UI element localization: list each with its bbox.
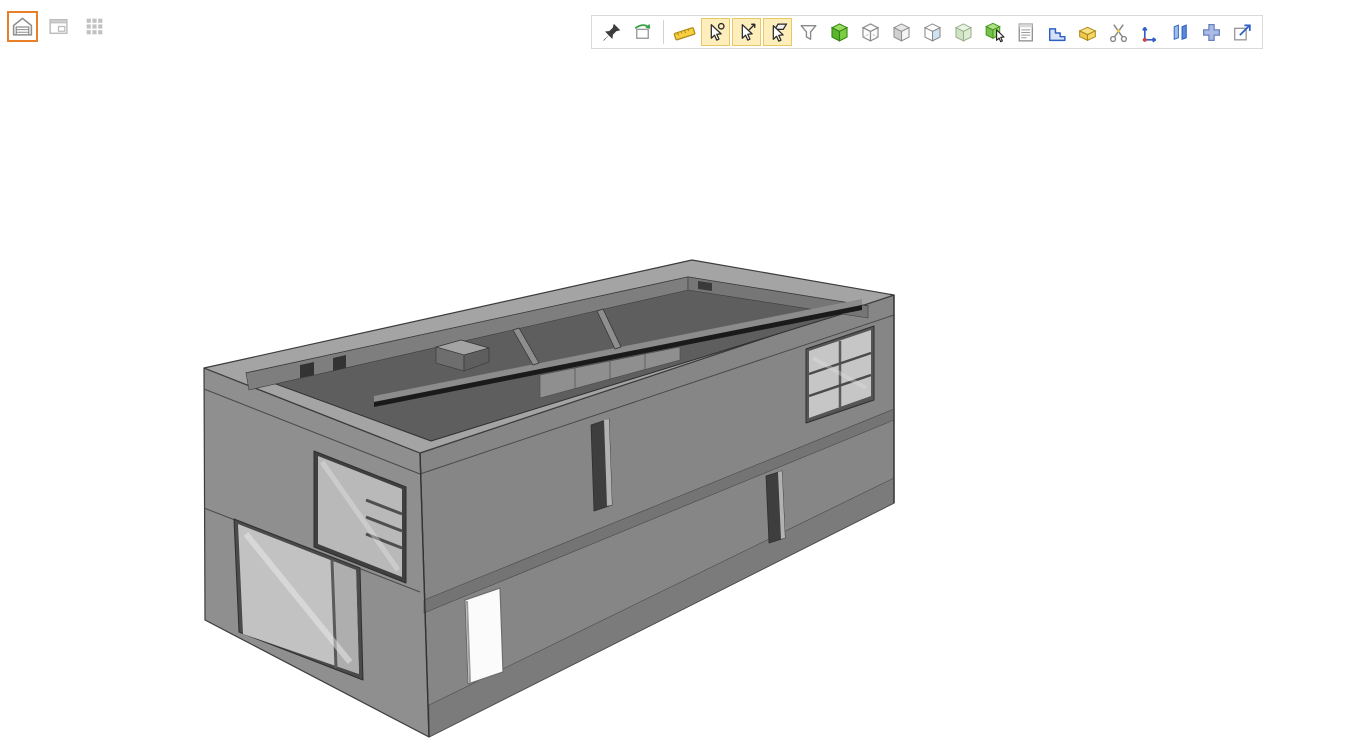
- export-button[interactable]: [1228, 18, 1257, 46]
- cube-half-icon: [890, 21, 913, 44]
- 3d-viewport[interactable]: [0, 0, 1369, 744]
- cube-cursor-icon: [983, 21, 1006, 44]
- building-icon: [11, 15, 34, 38]
- measure-button[interactable]: [670, 18, 699, 46]
- toolbar-divider: [663, 20, 664, 44]
- filter-icon: [797, 21, 820, 44]
- shaded-view-button[interactable]: [949, 18, 978, 46]
- schedule-button[interactable]: [1011, 18, 1040, 46]
- slit-window-2: [766, 471, 785, 543]
- cube-face-icon: [921, 21, 944, 44]
- door-opening: [465, 588, 503, 684]
- cursor-move-icon: [735, 21, 758, 44]
- select-solid-button[interactable]: [980, 18, 1009, 46]
- drawer-icon: [1076, 21, 1099, 44]
- cut-button[interactable]: [1104, 18, 1133, 46]
- main-toolbar: [591, 15, 1263, 49]
- view-switcher-toolbar: [7, 11, 110, 42]
- panels-icon: [1169, 21, 1192, 44]
- cursor-rotate-icon: [704, 21, 727, 44]
- sheet-view-button[interactable]: [43, 11, 74, 42]
- plus-icon: [1200, 21, 1223, 44]
- cube-solid-icon: [828, 21, 851, 44]
- scissors-icon: [1107, 21, 1130, 44]
- orbit-button[interactable]: [628, 18, 657, 46]
- model-view-button[interactable]: [7, 11, 38, 42]
- panels-button[interactable]: [1166, 18, 1195, 46]
- application-window: [0, 0, 1369, 744]
- ruler-icon: [673, 21, 696, 44]
- storey-button[interactable]: [1073, 18, 1102, 46]
- schedule-icon: [1014, 21, 1037, 44]
- sheet-icon: [47, 15, 70, 38]
- wireframe-view-button[interactable]: [856, 18, 885, 46]
- orbit-icon: [631, 21, 654, 44]
- cube-wire-icon: [859, 21, 882, 44]
- grid-view-button[interactable]: [79, 11, 110, 42]
- select-face-button[interactable]: [763, 18, 792, 46]
- section-button[interactable]: [1042, 18, 1071, 46]
- cursor-face-icon: [766, 21, 789, 44]
- building-model: [204, 260, 894, 737]
- solid-view-button[interactable]: [825, 18, 854, 46]
- export-icon: [1231, 21, 1254, 44]
- grid-icon: [83, 15, 106, 38]
- hidden-line-view-button[interactable]: [887, 18, 916, 46]
- pin-icon: [600, 21, 623, 44]
- face-view-button[interactable]: [918, 18, 947, 46]
- axes-icon: [1138, 21, 1161, 44]
- cube-shaded-icon: [952, 21, 975, 44]
- slit-window-1: [591, 419, 612, 511]
- add-button[interactable]: [1197, 18, 1226, 46]
- select-rotate-button[interactable]: [701, 18, 730, 46]
- select-move-button[interactable]: [732, 18, 761, 46]
- pin-button[interactable]: [597, 18, 626, 46]
- filter-button[interactable]: [794, 18, 823, 46]
- section-icon: [1045, 21, 1068, 44]
- axes-button[interactable]: [1135, 18, 1164, 46]
